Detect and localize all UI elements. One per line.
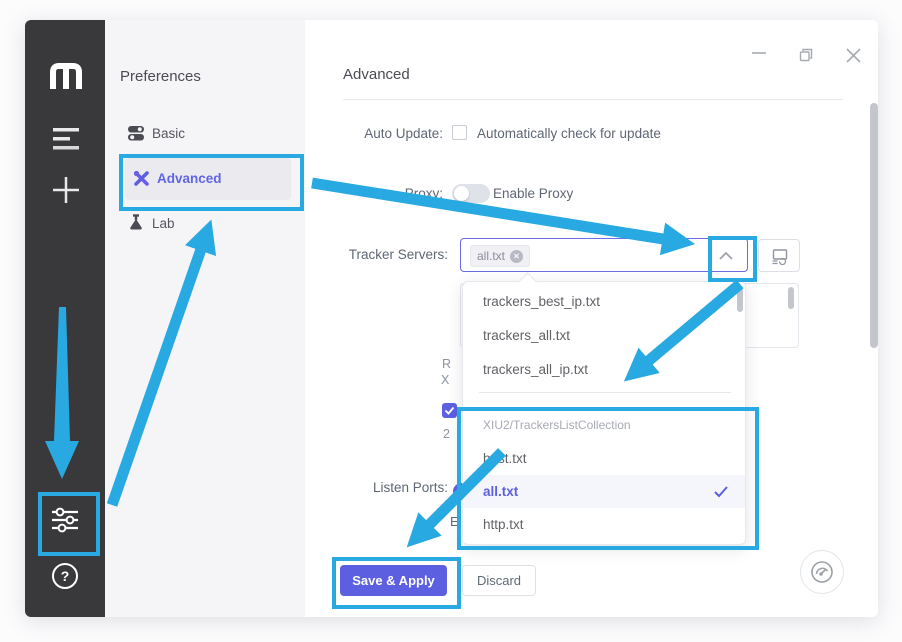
restore-icon[interactable] xyxy=(799,48,813,62)
tracker-servers-select[interactable]: all.txt xyxy=(460,238,748,272)
clipped-text-line3: 2 xyxy=(443,427,450,441)
speed-limit-button[interactable] xyxy=(800,550,844,594)
textarea-scrollbar[interactable] xyxy=(788,287,794,309)
selected-tag: all.txt xyxy=(470,245,530,267)
flask-icon xyxy=(128,214,144,231)
title-divider xyxy=(343,99,843,100)
dropdown-item[interactable]: trackers_best_ip.txt xyxy=(463,285,745,319)
motrix-logo xyxy=(49,62,83,89)
sync-trackers-button[interactable] xyxy=(758,239,800,272)
auto-update-checkbox-label[interactable]: Automatically check for update xyxy=(477,126,661,141)
close-icon[interactable] xyxy=(846,48,861,63)
minimize-icon[interactable] xyxy=(752,50,766,56)
clipped-text-line1: R xyxy=(442,357,451,371)
toggle-knob xyxy=(454,186,469,201)
proxy-toggle-label[interactable]: Enable Proxy xyxy=(493,186,573,201)
help-icon[interactable]: ? xyxy=(52,563,78,589)
dropdown-scrollbar[interactable] xyxy=(737,288,743,312)
annotation-box-dropdown-group xyxy=(457,407,759,550)
annotation-box-advanced-item xyxy=(119,154,304,211)
auto-update-checkbox[interactable] xyxy=(452,125,467,140)
speedometer-icon xyxy=(809,559,835,585)
preferences-nav: Preferences Basic Advanced xyxy=(105,20,305,617)
annotation-box-chevron xyxy=(708,236,757,282)
proxy-toggle[interactable] xyxy=(452,184,490,203)
dropdown-item[interactable]: trackers_all.txt xyxy=(463,319,745,353)
screenshot-stage: ? Preferences Basic Advanced xyxy=(0,0,902,642)
page-title: Advanced xyxy=(343,66,410,83)
sidebar-item-basic[interactable]: Basic xyxy=(152,126,185,141)
add-task-icon[interactable] xyxy=(51,175,81,205)
sidebar-item-lab[interactable]: Lab xyxy=(152,216,175,231)
toggles-icon xyxy=(128,125,144,141)
clipped-text-line2: X xyxy=(441,373,449,387)
listen-ports-label: Listen Ports: xyxy=(288,480,448,495)
main-scrollbar[interactable] xyxy=(870,103,878,348)
tracker-servers-label: Tracker Servers: xyxy=(288,247,448,262)
task-list-icon[interactable] xyxy=(53,128,79,150)
preferences-title: Preferences xyxy=(120,68,201,85)
discard-button[interactable]: Discard xyxy=(462,565,536,596)
tag-remove-icon[interactable] xyxy=(510,250,523,263)
proxy-label: Proxy: xyxy=(283,186,443,201)
dropdown-divider xyxy=(479,392,731,393)
sync-icon xyxy=(771,248,789,265)
auto-update-label: Auto Update: xyxy=(283,126,443,141)
annotation-box-save-button xyxy=(332,557,461,609)
dropdown-item[interactable]: trackers_all_ip.txt xyxy=(463,353,745,387)
auto-sync-checkbox[interactable] xyxy=(442,403,457,418)
discard-label: Discard xyxy=(477,573,521,588)
selected-tag-label: all.txt xyxy=(477,249,505,263)
help-glyph: ? xyxy=(61,568,70,584)
annotation-box-preferences-icon xyxy=(38,492,100,556)
